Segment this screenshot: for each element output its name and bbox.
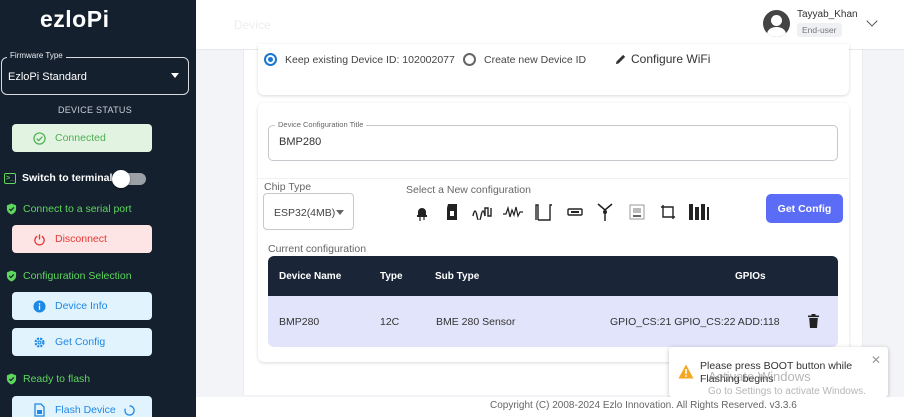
- trash-icon[interactable]: [808, 314, 819, 328]
- caret-down-icon: [336, 210, 344, 215]
- config-table-header: Device Name Type Sub Type GPIOs: [268, 256, 838, 296]
- gear-icon: [32, 335, 46, 349]
- connect-serial-label: Connect to a serial port: [23, 203, 132, 215]
- flash-device-label: Flash Device: [55, 404, 116, 416]
- configuration-selection-section: Configuration Selection: [6, 270, 132, 282]
- user-avatar-icon[interactable]: [763, 10, 790, 37]
- chevron-down-icon[interactable]: [866, 15, 878, 27]
- bme-module-icon[interactable]: [628, 202, 646, 222]
- keep-device-id-label: Keep existing Device ID: 102002077: [285, 53, 455, 66]
- cell-sub-type: BME 280 Sensor: [436, 316, 516, 328]
- analog-signal-icon[interactable]: [502, 202, 524, 222]
- device-config-title-legend: Device Configuration Title: [275, 120, 367, 129]
- digital-pulse-icon[interactable]: [534, 202, 554, 222]
- activate-windows-watermark: Activate Windows: [708, 369, 811, 384]
- header-ghost-title: Device: [234, 18, 271, 32]
- device-config-title-field[interactable]: Device Configuration Title: [268, 120, 838, 161]
- disconnect-label: Disconnect: [55, 233, 107, 245]
- info-icon: [32, 299, 46, 313]
- shield-check-icon: [6, 373, 17, 385]
- configuration-selection-label: Configuration Selection: [23, 270, 132, 282]
- current-configuration-label: Current configuration: [268, 243, 367, 255]
- user-role-badge: End-user: [797, 23, 842, 37]
- toggle-knob: [112, 170, 130, 188]
- device-status-heading: DEVICE STATUS: [57, 105, 133, 115]
- sidebar: ezloPi Firmware Type EzloPi Standard DEV…: [0, 0, 196, 417]
- led-icon[interactable]: [413, 202, 431, 222]
- cell-type: 12C: [380, 316, 400, 328]
- logo: ezloPi: [40, 6, 110, 32]
- device-id-card: [258, 44, 849, 95]
- radio-selected: [264, 53, 277, 66]
- shield-check-icon: [6, 270, 17, 282]
- connected-button[interactable]: Connected: [12, 124, 152, 152]
- device-info-label: Device Info: [55, 300, 108, 312]
- column-device-name: Device Name: [279, 271, 342, 282]
- create-device-id-radio[interactable]: Create new Device ID: [463, 53, 586, 66]
- flash-device-button[interactable]: Flash Device: [12, 396, 152, 417]
- loading-spinner-icon: [124, 404, 135, 416]
- user-name: Tayyab_Khan: [797, 9, 858, 20]
- top-header: Device Tayyab_Khan End-user: [196, 0, 904, 50]
- waveform-icon[interactable]: [472, 202, 494, 222]
- device-config-title-input[interactable]: [279, 136, 679, 148]
- configure-wifi-label: Configure WiFi: [631, 52, 711, 66]
- connected-label: Connected: [55, 132, 106, 144]
- firmware-type-value: EzloPi Standard: [8, 71, 87, 83]
- chip-type-select[interactable]: ESP32(4MB): [263, 193, 354, 230]
- create-device-id-label: Create new Device ID: [484, 53, 587, 66]
- connector-icon[interactable]: [566, 202, 584, 222]
- table-row[interactable]: BMP280 12C BME 280 Sensor GPIO_CS:21 GPI…: [268, 296, 838, 347]
- column-type: Type: [380, 271, 403, 282]
- switch-terminal-row: >_ Switch to terminal: [4, 172, 112, 184]
- warning-icon: [678, 364, 694, 379]
- cell-device-name: BMP280: [279, 316, 320, 328]
- configure-wifi-button[interactable]: Configure WiFi: [614, 52, 710, 66]
- disconnect-button[interactable]: Disconnect: [12, 225, 152, 253]
- connect-serial-section: Connect to a serial port: [6, 203, 132, 215]
- radio-unselected: [463, 53, 476, 66]
- i2c-bus-icon[interactable]: [659, 202, 677, 222]
- ready-flash-section: Ready to flash: [6, 373, 90, 385]
- check-circle-icon: [32, 131, 46, 145]
- device-info-button[interactable]: Device Info: [12, 292, 152, 320]
- flash-file-icon: [32, 403, 46, 417]
- sensor-probe-icon[interactable]: [596, 202, 614, 222]
- footer: Copyright (C) 2008-2024 Ezlo Innovation.…: [196, 397, 904, 417]
- sidebar-get-config-button[interactable]: Get Config: [12, 328, 152, 356]
- terminal-icon: >_: [4, 172, 16, 184]
- shield-check-icon: [6, 203, 17, 215]
- activate-windows-subtext: Go to Settings to activate Windows.: [708, 386, 866, 397]
- column-gpios: GPIOs: [735, 271, 766, 282]
- chip-type-label: Chip Type: [264, 181, 312, 193]
- switch-terminal-label: Switch to terminal: [22, 172, 113, 184]
- pencil-icon: [615, 54, 626, 64]
- caret-down-icon: [171, 73, 179, 78]
- terminal-toggle[interactable]: [112, 170, 146, 188]
- keep-device-id-radio[interactable]: Keep existing Device ID: 102002077: [264, 53, 455, 66]
- sd-card-icon[interactable]: [443, 202, 461, 222]
- ready-flash-label: Ready to flash: [23, 373, 91, 385]
- cell-gpios: GPIO_CS:21 GPIO_CS:22 ADD:118: [610, 316, 780, 328]
- select-new-config-label: Select a New configuration: [406, 184, 531, 196]
- close-icon[interactable]: ✕: [871, 353, 881, 367]
- copyright-text: Copyright (C) 2008-2024 Ezlo Innovation.…: [490, 400, 797, 411]
- get-config-button[interactable]: Get Config: [766, 194, 843, 223]
- chip-type-value: ESP32(4MB): [274, 207, 336, 219]
- firmware-type-select[interactable]: Firmware Type EzloPi Standard: [1, 51, 189, 95]
- get-config-label: Get Config: [55, 336, 106, 348]
- power-icon: [32, 232, 46, 246]
- firmware-type-legend: Firmware Type: [7, 51, 66, 60]
- multi-pin-icon[interactable]: [688, 202, 710, 222]
- section-divider: [258, 178, 849, 179]
- column-sub-type: Sub Type: [435, 271, 480, 282]
